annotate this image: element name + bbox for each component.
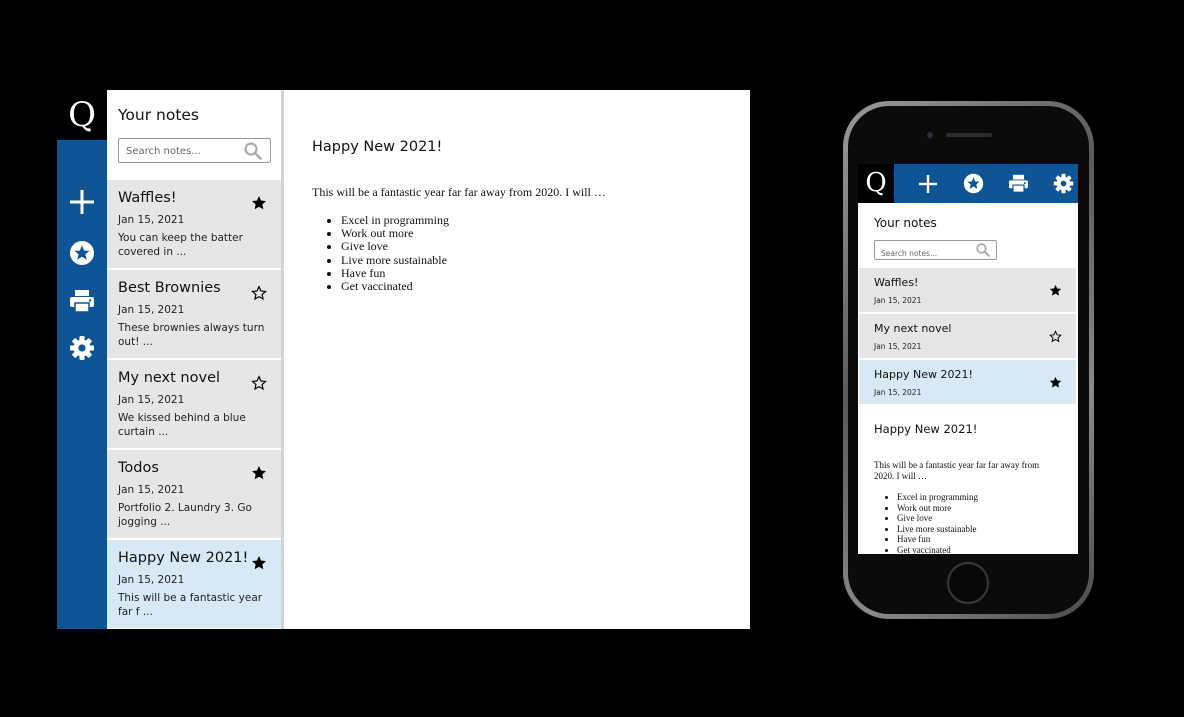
- note-title: Happy New 2021!: [874, 368, 973, 381]
- star-circle-icon: [70, 241, 94, 265]
- star-circle-icon: [963, 173, 983, 194]
- phone-speaker: [946, 133, 992, 137]
- note-date: Jan 15, 2021: [874, 296, 922, 305]
- note-title: Todos: [118, 460, 159, 476]
- note-date: Jan 15, 2021: [118, 304, 185, 316]
- note-date: Jan 15, 2021: [118, 214, 185, 226]
- editor-list: Excel in programming Work out more Give …: [341, 213, 732, 293]
- list-item: Get vaccinated: [341, 279, 732, 293]
- note-date: Jan 15, 2021: [118, 484, 185, 496]
- note-date: Jan 15, 2021: [118, 574, 185, 586]
- sidebar-rail: Q: [57, 90, 107, 629]
- mobile-print-button[interactable]: [1000, 164, 1036, 203]
- app-logo: Q: [57, 90, 107, 140]
- phone-home-button[interactable]: [947, 562, 989, 604]
- gear-icon: [70, 336, 94, 360]
- list-item: Excel in programming: [897, 492, 1054, 503]
- mobile-note-item-active[interactable]: Happy New 2021! Jan 15, 2021: [859, 360, 1076, 404]
- note-item-active[interactable]: Happy New 2021! Jan 15, 2021 This will b…: [107, 540, 281, 628]
- mobile-favorites-button[interactable]: [955, 164, 991, 203]
- note-item[interactable]: My next novel Jan 15, 2021 We kissed beh…: [107, 360, 281, 448]
- list-item: Work out more: [341, 227, 732, 240]
- mobile-note-item[interactable]: Waffles! Jan 15, 2021: [859, 268, 1076, 312]
- list-item: Have fun: [897, 534, 1054, 545]
- note-snippet: These brownies always turn out! ...: [118, 322, 265, 348]
- mobile-app-logo: Q: [858, 164, 894, 203]
- mobile-search-input[interactable]: [875, 244, 971, 263]
- note-title: Waffles!: [874, 276, 919, 289]
- star-filled-icon[interactable]: [251, 195, 267, 211]
- mobile-toolbar: Q: [858, 164, 1078, 203]
- list-item: Live more sustainable: [897, 524, 1054, 535]
- mobile-editor-title[interactable]: Happy New 2021!: [874, 422, 977, 436]
- note-date: Jan 15, 2021: [874, 388, 922, 397]
- editor-list: Excel in programming Work out more Give …: [897, 492, 1054, 554]
- editor-intro: This will be a fantastic year far far aw…: [312, 185, 606, 199]
- favorites-button[interactable]: [57, 233, 107, 273]
- note-editor[interactable]: Happy New 2021! This will be a fantastic…: [287, 90, 750, 629]
- editor-intro: This will be a fantastic year far far aw…: [874, 460, 1040, 481]
- plus-icon: [70, 190, 94, 214]
- editor-body[interactable]: This will be a fantastic year far far aw…: [312, 185, 732, 293]
- star-filled-icon[interactable]: [1049, 284, 1062, 297]
- search-input[interactable]: [119, 140, 239, 163]
- search-icon[interactable]: [976, 243, 990, 257]
- note-item[interactable]: Waffles! Jan 15, 2021 You can keep the b…: [107, 180, 281, 268]
- note-title: Best Brownies: [118, 280, 221, 296]
- mobile-note-item[interactable]: My next novel Jan 15, 2021: [859, 314, 1076, 358]
- phone-camera: [927, 132, 933, 138]
- list-item: Give love: [341, 240, 732, 253]
- mobile-screen: Q Your notes Search notes... Waffles! Ja…: [858, 164, 1078, 554]
- note-snippet: This will be a fantastic year far f ...: [118, 592, 263, 618]
- mobile-search-box: [874, 240, 997, 263]
- note-snippet: You can keep the batter covered in ...: [118, 232, 243, 258]
- note-title: My next novel: [118, 370, 221, 386]
- notes-list-panel: Your notes Waffles! Jan 15, 2021 You can…: [107, 90, 284, 629]
- search-icon[interactable]: [244, 142, 262, 160]
- printer-icon: [1008, 174, 1028, 193]
- desktop-app-window: Q Your notes Search notes... Waffles! Ja…: [57, 90, 750, 629]
- note-snippet: We kissed behind a blue curtain ...: [118, 412, 246, 438]
- note-title: Waffles!: [118, 190, 177, 206]
- list-item: Give love: [897, 513, 1054, 524]
- star-outline-icon[interactable]: [1049, 330, 1062, 343]
- editor-title[interactable]: Happy New 2021!: [312, 139, 442, 155]
- notes-list-title: Your notes: [118, 106, 200, 124]
- mobile-add-note-button[interactable]: [910, 164, 946, 203]
- star-filled-icon[interactable]: [251, 465, 267, 481]
- star-filled-icon[interactable]: [1049, 376, 1062, 389]
- gear-icon: [1053, 173, 1073, 194]
- mobile-settings-button[interactable]: [1045, 164, 1078, 203]
- settings-button[interactable]: [57, 328, 107, 368]
- print-button[interactable]: [57, 281, 107, 321]
- note-item[interactable]: Best Brownies Jan 15, 2021 These brownie…: [107, 270, 281, 358]
- printer-icon: [70, 290, 94, 313]
- star-filled-icon[interactable]: [251, 555, 267, 571]
- note-title: My next novel: [874, 322, 952, 335]
- list-item: Work out more: [897, 503, 1054, 514]
- note-date: Jan 15, 2021: [874, 342, 922, 351]
- mobile-editor-body[interactable]: This will be a fantastic year far far aw…: [874, 460, 1054, 554]
- mobile-notes-title: Your notes: [874, 216, 937, 230]
- list-item: Get vaccinated: [897, 545, 1054, 555]
- search-box: [118, 138, 271, 163]
- note-snippet: Portfolio 2. Laundry 3. Go jogging ...: [118, 502, 252, 528]
- add-note-button[interactable]: [57, 182, 107, 222]
- note-date: Jan 15, 2021: [118, 394, 185, 406]
- star-outline-icon[interactable]: [251, 285, 267, 301]
- note-title: Happy New 2021!: [118, 550, 249, 566]
- list-item: Live more sustainable: [341, 253, 732, 267]
- plus-icon: [919, 174, 937, 193]
- star-outline-icon[interactable]: [251, 375, 267, 391]
- note-item[interactable]: Todos Jan 15, 2021 Portfolio 2. Laundry …: [107, 450, 281, 538]
